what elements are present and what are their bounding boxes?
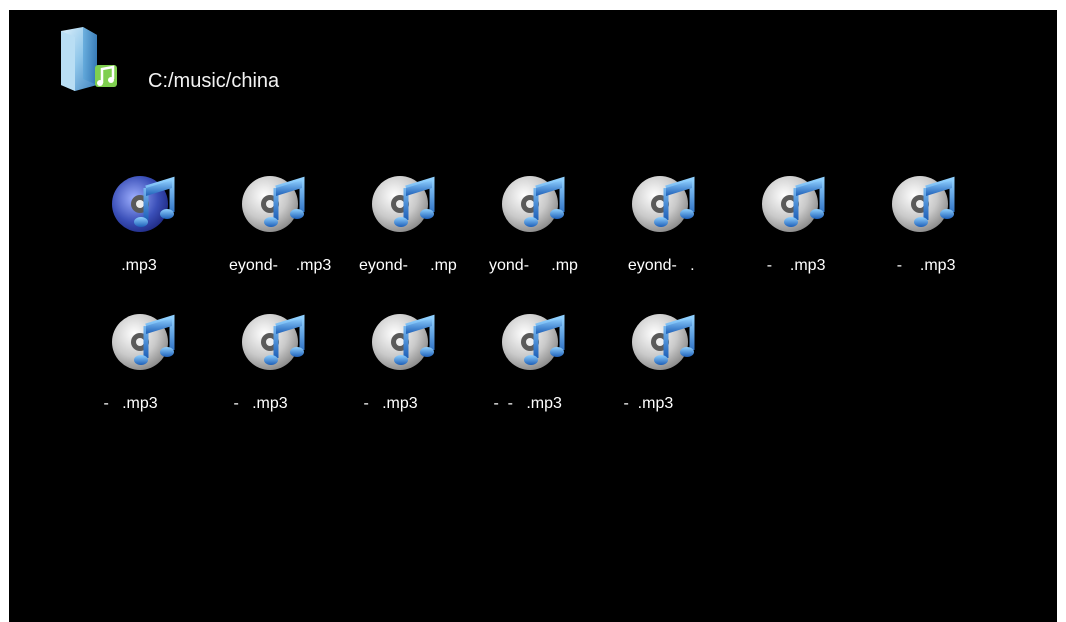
music-file-item[interactable]: - .mp3: [99, 306, 229, 416]
music-file-item[interactable]: - .mp3: [879, 168, 1009, 278]
selected-music-file-icon: [110, 168, 180, 236]
music-file-label: - .mp3: [359, 395, 418, 412]
music-file-icon: [240, 168, 310, 236]
music-file-label: yond- .mp: [489, 257, 578, 274]
music-file-label: - .mp3: [99, 395, 158, 412]
music-file-icon: [630, 168, 700, 236]
music-file-item[interactable]: eyond- .mp: [359, 168, 489, 278]
music-file-item[interactable]: eyond- .: [619, 168, 749, 278]
music-file-item[interactable]: - - .mp3: [489, 306, 619, 416]
music-file-icon: [370, 306, 440, 374]
music-file-icon: [500, 306, 570, 374]
music-folder-icon: [57, 25, 123, 93]
music-file-item[interactable]: - .mp3: [359, 306, 489, 416]
music-file-item[interactable]: - .mp3: [619, 306, 749, 416]
music-file-label: eyond- .mp: [359, 257, 457, 274]
current-path: C:/music/china: [148, 70, 280, 92]
music-file-label: eyond- .mp3: [229, 257, 332, 274]
music-file-label: eyond- .: [619, 257, 695, 274]
music-file-label: - .mp3: [229, 395, 288, 412]
music-file-item[interactable]: yond- .mp: [489, 168, 619, 278]
music-file-icon: [890, 168, 960, 236]
music-file-item[interactable]: - .mp3: [229, 306, 359, 416]
music-file-label: - .mp3: [749, 257, 826, 274]
music-file-icon: [240, 306, 310, 374]
browser-screen: C:/music/china .mp3 eyond- .mp3 eyond- .mp…: [9, 10, 1057, 622]
music-file-icon: [500, 168, 570, 236]
music-file-icon: [370, 168, 440, 236]
music-file-label: - - .mp3: [489, 395, 562, 412]
music-file-icon: [630, 306, 700, 374]
music-file-label: .mp3: [99, 257, 157, 274]
music-file-item[interactable]: - .mp3: [749, 168, 879, 278]
music-file-label: - .mp3: [619, 395, 674, 412]
music-file-icon: [760, 168, 830, 236]
music-file-item[interactable]: .mp3: [99, 168, 229, 278]
music-file-icon: [110, 306, 180, 374]
music-file-item[interactable]: eyond- .mp3: [229, 168, 359, 278]
music-file-label: - .mp3: [879, 257, 956, 274]
